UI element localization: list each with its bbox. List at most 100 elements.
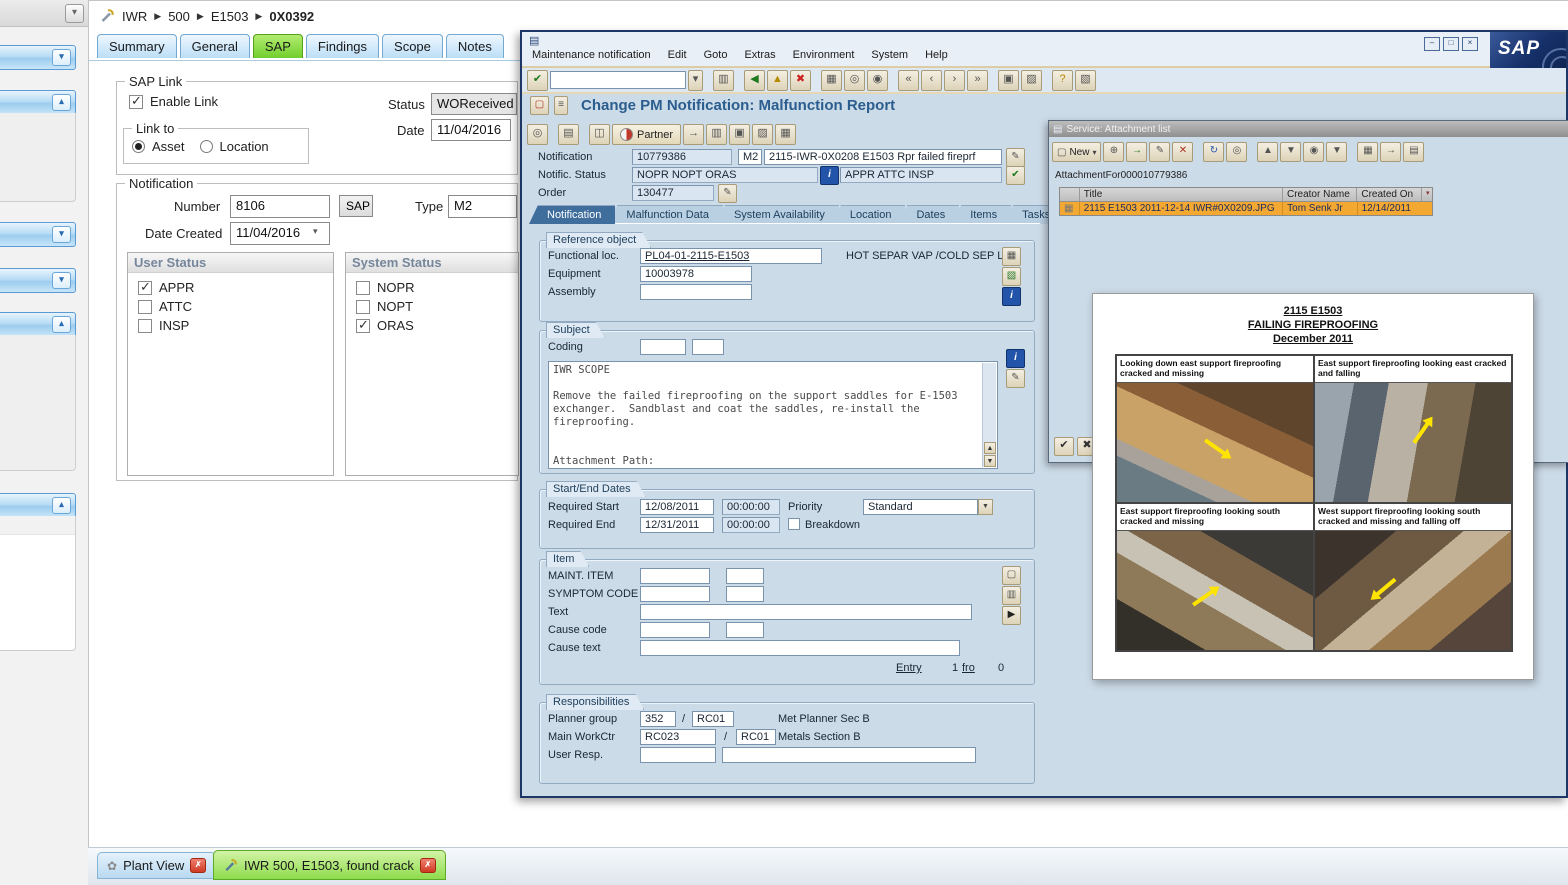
symptom-code-field-1[interactable] (640, 586, 710, 602)
help-icon[interactable]: ? (1052, 70, 1073, 91)
hierarchy-icon[interactable]: ▦ (1002, 247, 1021, 266)
asset-radio[interactable] (132, 140, 145, 153)
nopr-checkbox[interactable] (356, 281, 370, 295)
edit-text-icon[interactable]: ✎ (1006, 148, 1025, 167)
cancel-icon[interactable]: ✖ (790, 70, 811, 91)
chevron-up-icon[interactable]: ▴ (52, 94, 71, 111)
taskbar-tab-iwr[interactable]: IWR 500, E1503, found crack ✗ (213, 850, 446, 880)
attachment-table-header[interactable]: Title Creator Name Created On ▾ (1060, 188, 1432, 202)
sap-button[interactable]: SAP (339, 195, 373, 217)
enable-link-checkbox[interactable] (129, 95, 143, 109)
coding-field-2[interactable] (692, 339, 724, 355)
command-history-icon[interactable]: ▾ (688, 70, 703, 91)
location-radio[interactable] (200, 140, 213, 153)
order-pencil-icon[interactable]: ✎ (718, 184, 737, 203)
chevron-down-icon[interactable]: ▾ (52, 49, 71, 66)
tab-items[interactable]: Items (952, 205, 1011, 224)
maximize-icon[interactable]: □ (1443, 37, 1459, 51)
next-item-icon[interactable]: ▶ (1002, 606, 1021, 625)
partner-button[interactable]: Partner (612, 124, 681, 145)
edit-icon[interactable]: ✎ (1149, 142, 1170, 162)
magnifier-icon[interactable]: ◎ (527, 124, 548, 145)
scroll-up-icon[interactable]: ▲ (984, 442, 996, 454)
enter-icon[interactable]: ✔ (527, 70, 548, 91)
equipment-field[interactable]: 10003978 (640, 266, 752, 282)
minimize-icon[interactable]: – (1424, 37, 1440, 51)
back-icon[interactable]: ◀ (744, 70, 765, 91)
tab-scope[interactable]: Scope (382, 34, 443, 58)
number-field[interactable]: 8106 (230, 195, 330, 218)
notification-type-field[interactable]: M2 (738, 149, 762, 165)
menu-extras[interactable]: Extras (744, 49, 775, 61)
tab-notification[interactable]: Notification (529, 205, 615, 224)
item-overview-icon[interactable]: ▥ (1002, 586, 1021, 605)
set-status-icon[interactable]: ✔ (1006, 166, 1025, 185)
export-icon[interactable]: → (1126, 142, 1147, 162)
command-field[interactable] (550, 71, 686, 89)
first-page-icon[interactable]: « (898, 70, 919, 91)
attachment-window-titlebar[interactable]: ▤ Service: Attachment list (1049, 121, 1568, 137)
rail-panel-bar[interactable]: ▴ (0, 312, 76, 337)
print-icon[interactable]: ▦ (1357, 142, 1378, 162)
coding-field-1[interactable] (640, 339, 686, 355)
user-resp-field-1[interactable] (640, 747, 716, 763)
long-text-area[interactable]: IWR SCOPE Remove the failed fireproofing… (548, 361, 998, 469)
rail-panel-bar[interactable]: ▴ (0, 493, 76, 518)
symptom-code-field-2[interactable] (726, 586, 764, 602)
type-field[interactable]: M2 (448, 195, 517, 218)
last-page-icon[interactable]: » (967, 70, 988, 91)
priority-combo[interactable]: Standard (863, 499, 978, 515)
find-next-icon[interactable]: ◉ (867, 70, 888, 91)
notification-type-icon[interactable]: ▢ (530, 96, 549, 115)
status-info-icon[interactable]: i (820, 166, 839, 185)
export-icon[interactable]: → (683, 124, 704, 145)
tab-notes[interactable]: Notes (446, 34, 504, 58)
confirm-icon[interactable]: ✔ (1054, 437, 1074, 456)
breadcrumb-item[interactable]: 500 (168, 9, 190, 24)
maint-item-field-2[interactable] (726, 568, 764, 584)
main-workctr-field[interactable]: RC023 (640, 729, 716, 745)
required-end-date-field[interactable]: 12/31/2011 (640, 517, 714, 533)
taskbar-tab-plant-view[interactable]: ✿ Plant View ✗ (97, 852, 216, 879)
services-icon[interactable]: ▣ (729, 124, 750, 145)
tab-dates[interactable]: Dates (898, 205, 959, 224)
rail-collapse-button[interactable]: ▾ (65, 4, 84, 23)
item-text-field[interactable] (640, 604, 972, 620)
attc-checkbox[interactable] (138, 300, 152, 314)
required-end-time-field[interactable]: 00:00:00 (722, 517, 780, 533)
rail-panel-bar[interactable]: ▾ (0, 222, 76, 247)
chevron-up-icon[interactable]: ▴ (52, 316, 71, 333)
tab-location[interactable]: Location (832, 205, 906, 224)
classification-icon[interactable]: ◫ (589, 124, 610, 145)
close-icon[interactable]: ✗ (190, 858, 206, 873)
menu-goto[interactable]: Goto (704, 49, 728, 61)
chevron-down-icon[interactable]: ▾ (52, 226, 71, 243)
tab-summary[interactable]: Summary (97, 34, 177, 58)
attach-icon[interactable]: ⊕ (1103, 142, 1124, 162)
planner-group-field[interactable]: 352 (640, 711, 676, 727)
menu-maintenance-notification[interactable]: Maintenance notification (532, 49, 651, 61)
breadcrumb-item[interactable]: E1503 (211, 9, 249, 24)
new-attachment-button[interactable]: ▢ New ▾ (1052, 142, 1101, 162)
menu-help[interactable]: Help (925, 49, 948, 61)
breakdown-checkbox[interactable] (788, 518, 800, 530)
close-icon[interactable]: ✗ (420, 858, 436, 873)
customize-icon[interactable]: ▧ (1075, 70, 1096, 91)
user-resp-field-2[interactable] (722, 747, 976, 763)
rail-panel-bar[interactable]: ▴ (0, 90, 76, 115)
create-shortcut-icon[interactable]: ▨ (1021, 70, 1042, 91)
filter-icon[interactable]: ▼ (1326, 142, 1347, 162)
save-icon[interactable]: ▥ (713, 70, 734, 91)
text-info-icon[interactable]: i (1006, 349, 1025, 368)
notification-short-text-field[interactable]: 2115-IWR-0X0208 E1503 Rpr failed fireprf (764, 149, 1002, 165)
cause-text-field[interactable] (640, 640, 960, 656)
attachment-row[interactable]: ▦ 2115 E1503 2011-12-14 IWR#0X0209.JPG T… (1060, 202, 1432, 215)
menu-system[interactable]: System (871, 49, 908, 61)
menu-edit[interactable]: Edit (668, 49, 687, 61)
rail-panel-bar[interactable]: ▾ (0, 268, 76, 293)
sort-ascending-icon[interactable]: ▲ (1257, 142, 1278, 162)
exit-icon[interactable]: ▲ (767, 70, 788, 91)
scroll-down-icon[interactable]: ▼ (984, 455, 996, 467)
chevron-down-icon[interactable]: ▾ (52, 272, 71, 289)
menu-environment[interactable]: Environment (793, 49, 855, 61)
